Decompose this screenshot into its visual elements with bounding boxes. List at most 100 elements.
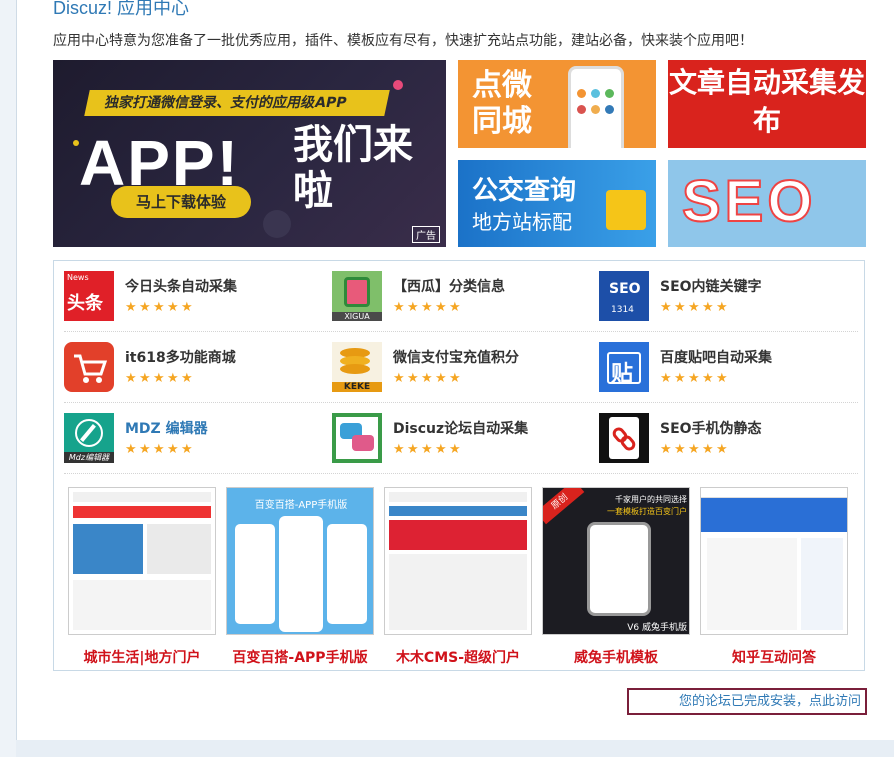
star-icon: ★ xyxy=(153,442,165,457)
page-subtitle: 应用中心特意为您准备了一批优秀应用，插件、模板应有尽有，快速扩充站点功能，建站必… xyxy=(53,33,753,49)
star-icon: ★ xyxy=(181,371,193,386)
star-icon: ★ xyxy=(660,442,672,457)
star-icon: ★ xyxy=(674,442,686,457)
bus-banner[interactable]: 公交查询 地方站标配 xyxy=(458,160,656,247)
star-icon: ★ xyxy=(153,300,165,315)
footer-strip xyxy=(16,740,894,757)
rating-stars: ★ ★ ★ ★ ★ xyxy=(660,301,729,314)
rating-stars: ★ ★ ★ ★ ★ xyxy=(660,443,729,456)
app-name: 百度贴吧自动采集 xyxy=(660,350,772,366)
chain-link-icon xyxy=(599,413,649,463)
theme-label[interactable]: 木木CMS-超级门户 xyxy=(384,647,532,667)
page-title: Discuz! 应用中心 xyxy=(53,0,190,18)
tieba-icon: 贴 xyxy=(599,342,649,392)
app-banner-slogan: 独家打通微信登录、支付的应用级APP xyxy=(84,90,390,116)
rating-stars: ★ ★ ★ ★ ★ xyxy=(393,372,462,385)
star-icon: ★ xyxy=(421,371,433,386)
app-item-it618[interactable]: it618多功能商城 ★ ★ ★ ★ ★ xyxy=(64,332,324,403)
star-icon: ★ xyxy=(716,300,728,315)
toutiao-icon: News 头条 xyxy=(64,271,114,321)
star-icon: ★ xyxy=(167,371,179,386)
star-icon: ★ xyxy=(393,371,405,386)
star-icon: ★ xyxy=(688,371,700,386)
city-banner-text: 点微同城 xyxy=(472,68,532,139)
app-banner-headline-cn: 我们来啦 xyxy=(293,122,413,214)
seo-puzzle-icon: SEO 1314 xyxy=(599,271,649,321)
ad-tag: 广告 xyxy=(412,226,440,243)
app-item-toutiao[interactable]: News 头条 今日头条自动采集 ★ ★ ★ ★ ★ xyxy=(64,261,324,332)
theme-mumu-cms[interactable]: 木木CMS-超级门户 xyxy=(384,487,532,667)
app-item-keke[interactable]: KEKE 微信支付宝充值积分 ★ ★ ★ ★ ★ xyxy=(332,332,592,403)
rating-stars: ★ ★ ★ ★ ★ xyxy=(660,372,729,385)
chat-bubbles-icon xyxy=(332,413,382,463)
star-icon: ★ xyxy=(421,300,433,315)
app-name: it618多功能商城 xyxy=(125,350,236,366)
star-icon: ★ xyxy=(139,300,151,315)
article-banner[interactable]: 文章自动采集发布 xyxy=(668,60,866,148)
app-item-seo-link[interactable]: SEO 1314 SEO内链关键字 ★ ★ ★ ★ ★ xyxy=(599,261,859,332)
theme-city-life[interactable]: 城市生活|地方门户 xyxy=(68,487,216,667)
star-icon: ★ xyxy=(449,371,461,386)
star-icon: ★ xyxy=(435,371,447,386)
rating-stars: ★ ★ ★ ★ ★ xyxy=(125,372,194,385)
star-icon: ★ xyxy=(167,300,179,315)
visit-forum-link[interactable]: 您的论坛已完成安装，点此访问 xyxy=(627,688,867,715)
app-row: it618多功能商城 ★ ★ ★ ★ ★ KEKE 微信支付宝充值积分 ★ ★ ★ ★ ★ 贴 … xyxy=(64,332,858,403)
star-icon: ★ xyxy=(393,442,405,457)
app-name: MDZ 编辑器 xyxy=(125,421,208,437)
theme-app-mobile[interactable]: 百变百搭-APP手机版 百变百搭-APP手机版 xyxy=(226,487,374,667)
star-icon: ★ xyxy=(702,371,714,386)
theme-label[interactable]: 威兔手机模板 xyxy=(542,647,690,667)
app-item-seo-mobile[interactable]: SEO手机伪静态 ★ ★ ★ ★ ★ xyxy=(599,403,859,474)
star-icon: ★ xyxy=(181,300,193,315)
rating-stars: ★ ★ ★ ★ ★ xyxy=(393,301,462,314)
star-icon: ★ xyxy=(125,442,137,457)
app-item-discuz-collect[interactable]: Discuz论坛自动采集 ★ ★ ★ ★ ★ xyxy=(332,403,592,474)
star-icon: ★ xyxy=(167,442,179,457)
theme-gallery: 城市生活|地方门户 百变百搭-APP手机版 百变百搭-APP手机版 木木CMS-… xyxy=(64,487,858,667)
city-banner[interactable]: 点微同城 xyxy=(458,60,656,148)
app-name: 今日头条自动采集 xyxy=(125,279,237,295)
theme-label[interactable]: 城市生活|地方门户 xyxy=(68,647,216,667)
star-icon: ★ xyxy=(716,442,728,457)
theme-thumbnail[interactable] xyxy=(68,487,216,635)
star-icon: ★ xyxy=(393,300,405,315)
theme-zhihu-qa[interactable]: 知乎互动问答 xyxy=(700,487,848,667)
coins-icon: KEKE xyxy=(332,342,382,392)
theme-thumbnail[interactable]: 原创 千家用户的共同选择 一套模板打造百变门户 V6 威兔手机版 xyxy=(542,487,690,635)
theme-weitu-mobile[interactable]: 原创 千家用户的共同选择 一套模板打造百变门户 V6 威兔手机版 威兔手机模板 xyxy=(542,487,690,667)
star-icon: ★ xyxy=(674,371,686,386)
star-icon: ★ xyxy=(139,371,151,386)
seo-banner[interactable]: SEO xyxy=(668,160,866,247)
seo-banner-text: SEO xyxy=(681,168,817,235)
star-icon: ★ xyxy=(407,442,419,457)
phone-icon xyxy=(568,66,624,148)
star-icon: ★ xyxy=(407,300,419,315)
app-name: 【西瓜】分类信息 xyxy=(393,279,505,295)
star-icon: ★ xyxy=(181,442,193,457)
theme-thumbnail[interactable]: 百变百搭-APP手机版 xyxy=(226,487,374,635)
star-icon: ★ xyxy=(688,300,700,315)
rating-stars: ★ ★ ★ ★ ★ xyxy=(125,301,194,314)
app-item-tieba[interactable]: 贴 百度贴吧自动采集 ★ ★ ★ ★ ★ xyxy=(599,332,859,403)
theme-label[interactable]: 百变百搭-APP手机版 xyxy=(226,647,374,667)
app-item-mdz[interactable]: Mdz编辑器 MDZ 编辑器 ★ ★ ★ ★ ★ xyxy=(64,403,324,474)
star-icon: ★ xyxy=(702,300,714,315)
star-icon: ★ xyxy=(125,371,137,386)
bus-banner-subtitle: 地方站标配 xyxy=(472,210,572,234)
app-banner[interactable]: 独家打通微信登录、支付的应用级APP APP! 我们来啦 马上下载体验 广告 xyxy=(53,60,446,247)
theme-label[interactable]: 知乎互动问答 xyxy=(700,647,848,667)
theme-thumbnail[interactable] xyxy=(700,487,848,635)
app-item-xigua[interactable]: XIGUA 【西瓜】分类信息 ★ ★ ★ ★ ★ xyxy=(332,261,592,332)
star-icon: ★ xyxy=(435,300,447,315)
star-icon: ★ xyxy=(407,371,419,386)
article-banner-text: 文章自动采集发布 xyxy=(668,66,865,137)
star-icon: ★ xyxy=(125,300,137,315)
pencil-icon: Mdz编辑器 xyxy=(64,413,114,463)
theme-thumbnail[interactable] xyxy=(384,487,532,635)
app-name: Discuz论坛自动采集 xyxy=(393,421,529,437)
app-row: News 头条 今日头条自动采集 ★ ★ ★ ★ ★ XIGUA 【西瓜】分类信息 ★ ★… xyxy=(64,261,858,332)
star-icon: ★ xyxy=(139,442,151,457)
star-icon: ★ xyxy=(153,371,165,386)
app-download-button[interactable]: 马上下载体验 xyxy=(111,186,251,218)
